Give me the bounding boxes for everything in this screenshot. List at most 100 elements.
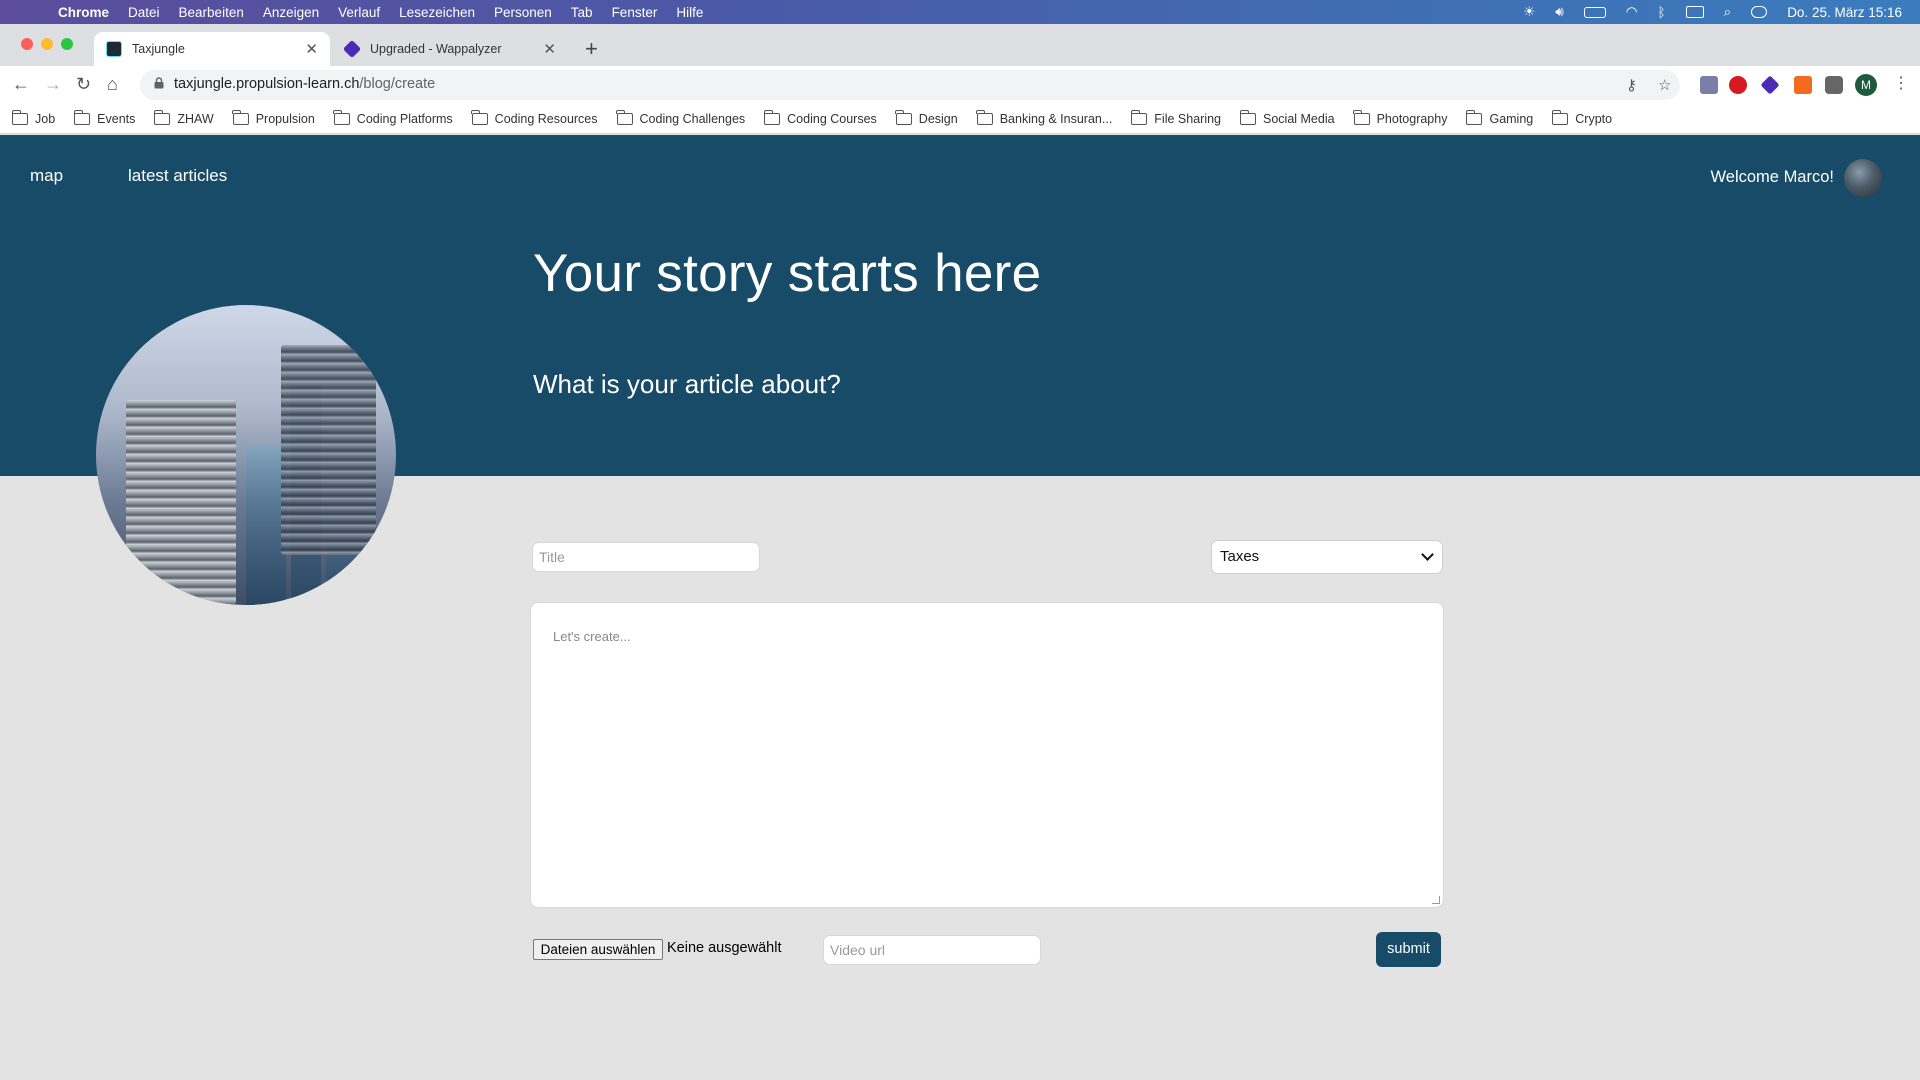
bookmark-label: Coding Platforms: [356, 111, 453, 126]
browser-toolbar: ← → ↻ ⌂ taxjungle.propulsion-learn.ch/bl…: [0, 66, 1920, 104]
tab-taxjungle[interactable]: Taxjungle ✕: [94, 32, 330, 66]
close-tab-icon[interactable]: ✕: [543, 40, 556, 58]
control-center-icon[interactable]: [1751, 6, 1768, 18]
tab-wappalyzer[interactable]: Upgraded - Wappalyzer ✕: [332, 32, 568, 66]
menu-file[interactable]: Datei: [128, 5, 160, 20]
folder-icon: [471, 109, 488, 125]
bookmark-coding-challenges[interactable]: Coding Challenges: [616, 109, 746, 126]
spotlight-search-icon[interactable]: ⌕: [1724, 4, 1732, 20]
web-page: map latest articles Welcome Marco! Your …: [0, 135, 1920, 1080]
resize-handle-icon[interactable]: [1432, 896, 1440, 904]
bookmark-label: Design: [918, 111, 958, 126]
extension-off-icon[interactable]: [1794, 76, 1812, 94]
extensions-puzzle-icon[interactable]: [1825, 76, 1843, 94]
bookmark-label: Coding Challenges: [639, 111, 746, 126]
bookmark-label: Photography: [1376, 111, 1448, 126]
extension-adblock-icon[interactable]: [1729, 76, 1747, 94]
menu-help[interactable]: Hilfe: [676, 5, 703, 20]
folder-icon: [333, 109, 350, 125]
article-content-textarea[interactable]: Let's create...: [530, 602, 1444, 908]
bookmark-propulsion[interactable]: Propulsion: [232, 109, 315, 126]
folder-icon: [73, 109, 91, 125]
bookmark-events[interactable]: Events: [73, 109, 136, 126]
bookmark-coding-resources[interactable]: Coding Resources: [471, 109, 598, 126]
lock-icon: [154, 77, 164, 89]
folder-icon: [976, 109, 993, 125]
bookmark-social-media[interactable]: Social Media: [1239, 109, 1335, 126]
url-path: /blog/create: [359, 76, 436, 92]
bookmark-file-sharing[interactable]: File Sharing: [1130, 109, 1221, 126]
extension-pen-icon[interactable]: [1700, 76, 1718, 94]
chevron-down-icon: [1421, 548, 1434, 561]
keyboard-icon[interactable]: [1685, 6, 1704, 18]
extension-wappalyzer-icon[interactable]: [1760, 75, 1780, 95]
url-domain: taxjungle.propulsion-learn.ch: [174, 76, 360, 92]
bookmark-label: Events: [97, 111, 136, 126]
folder-icon: [895, 109, 912, 125]
folder-icon: [1551, 109, 1569, 125]
file-status-text: Keine ausgewählt: [667, 940, 782, 956]
brightness-icon[interactable]: ☀: [1523, 4, 1535, 20]
folder-icon: [232, 109, 249, 125]
bookmarks-bar: Job Events ZHAW Propulsion Coding Platfo…: [0, 104, 1920, 134]
menu-tab[interactable]: Tab: [571, 5, 593, 20]
menubar-status-area: ☀ 🔊︎ ◠ ᛒ ⌕ Do. 25. März 15:16: [1523, 0, 1902, 24]
nav-latest-articles-link[interactable]: latest articles: [128, 166, 227, 186]
address-bar[interactable]: taxjungle.propulsion-learn.ch/blog/creat…: [140, 70, 1680, 100]
chrome-menu-icon[interactable]: ⋮: [1893, 73, 1909, 93]
title-input[interactable]: Title: [532, 542, 760, 572]
key-icon[interactable]: ⚷: [1626, 76, 1637, 94]
folder-icon: [153, 109, 171, 125]
new-tab-button[interactable]: +: [585, 36, 598, 62]
close-tab-icon[interactable]: ✕: [305, 40, 318, 58]
menu-people[interactable]: Personen: [494, 5, 552, 20]
bookmark-zhaw[interactable]: ZHAW: [153, 109, 214, 126]
user-avatar[interactable]: [1844, 159, 1882, 197]
nav-map-link[interactable]: map: [30, 166, 63, 186]
submit-button[interactable]: submit: [1376, 932, 1441, 967]
react-icon: [106, 41, 122, 57]
profile-avatar[interactable]: M: [1855, 74, 1877, 96]
wappalyzer-icon: [342, 39, 362, 59]
bookmark-crypto[interactable]: Crypto: [1551, 109, 1612, 126]
bookmark-label: Social Media: [1263, 111, 1335, 126]
home-icon[interactable]: ⌂: [107, 74, 118, 95]
forward-icon[interactable]: →: [44, 74, 62, 95]
bookmark-photography[interactable]: Photography: [1353, 109, 1448, 126]
bookmark-coding-platforms[interactable]: Coding Platforms: [333, 109, 453, 126]
minimize-window-button[interactable]: [41, 38, 53, 50]
bookmark-design[interactable]: Design: [895, 109, 958, 126]
folder-icon: [1465, 109, 1483, 125]
video-url-input[interactable]: Video url: [823, 935, 1041, 965]
volume-icon[interactable]: 🔊︎: [1555, 4, 1564, 20]
bookmark-label: Coding Courses: [787, 111, 877, 126]
city-skyline-graphic: [246, 445, 286, 605]
bookmark-gaming[interactable]: Gaming: [1465, 109, 1533, 126]
menu-view[interactable]: Anzeigen: [263, 5, 319, 20]
url-text[interactable]: taxjungle.propulsion-learn.ch/blog/creat…: [174, 76, 435, 92]
bookmark-banking[interactable]: Banking & Insuran...: [976, 109, 1113, 126]
menu-history[interactable]: Verlauf: [338, 5, 380, 20]
bookmark-job[interactable]: Job: [11, 109, 55, 126]
bookmark-coding-courses[interactable]: Coding Courses: [763, 109, 877, 126]
menu-app-name[interactable]: Chrome: [58, 5, 109, 20]
back-icon[interactable]: ←: [12, 74, 30, 95]
menubar-clock[interactable]: Do. 25. März 15:16: [1787, 5, 1902, 20]
coin-stack-graphic: [281, 345, 376, 555]
choose-files-button[interactable]: Dateien auswählen: [533, 939, 663, 960]
page-subtitle: What is your article about?: [533, 369, 841, 399]
wifi-icon[interactable]: ◠: [1626, 4, 1638, 20]
page-title: Your story starts here: [533, 244, 1042, 303]
reload-icon[interactable]: ↻: [76, 74, 91, 95]
close-window-button[interactable]: [21, 38, 33, 50]
menu-window[interactable]: Fenster: [612, 5, 658, 20]
battery-icon[interactable]: [1583, 6, 1606, 18]
star-icon[interactable]: ☆: [1658, 76, 1671, 94]
bookmark-label: Banking & Insuran...: [999, 111, 1113, 126]
zoom-window-button[interactable]: [61, 38, 73, 50]
category-select[interactable]: Taxes: [1211, 540, 1443, 574]
tab-title: Taxjungle: [132, 42, 185, 56]
menu-edit[interactable]: Bearbeiten: [179, 5, 244, 20]
bluetooth-icon[interactable]: ᛒ: [1658, 5, 1666, 20]
menu-bookmarks[interactable]: Lesezeichen: [399, 5, 475, 20]
